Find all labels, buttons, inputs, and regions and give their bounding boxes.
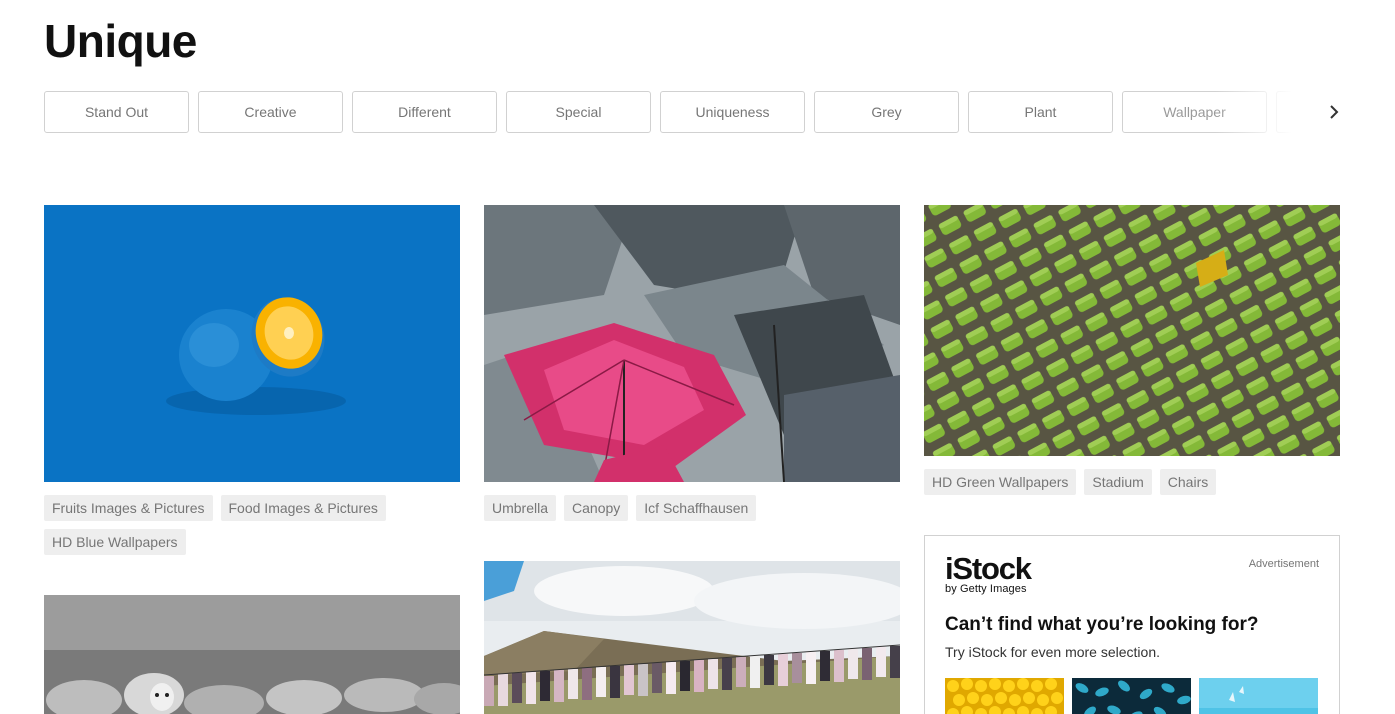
ad-thumb-pattern[interactable] — [1072, 678, 1191, 714]
photo-stadium-tags: HD Green Wallpapers Stadium Chairs — [924, 469, 1340, 495]
chip-plant[interactable]: Plant — [968, 91, 1113, 133]
istock-logo-text: iStock — [945, 551, 1032, 586]
ad-subtext: Try iStock for even more selection. — [945, 644, 1161, 660]
chip-special[interactable]: Special — [506, 91, 651, 133]
tag-canopy[interactable]: Canopy — [564, 495, 629, 521]
chip-stand-out[interactable]: Stand Out — [44, 91, 189, 133]
advertisement-label: Advertisement — [1248, 558, 1319, 570]
istock-ad[interactable]: iStock by Getty Images Advertisement Can… — [924, 535, 1340, 714]
tag-umbrella[interactable]: Umbrella — [484, 495, 557, 521]
page-title: Unique — [44, 15, 197, 67]
chip-different[interactable]: Different — [352, 91, 497, 133]
photo-umbrellas-tags: Umbrella Canopy Icf Schaffhausen — [484, 495, 900, 521]
chip-creative[interactable]: Creative — [198, 91, 343, 133]
sky-photo-icon — [1199, 678, 1318, 714]
sheep-photo-icon — [44, 595, 460, 714]
chips-next-button[interactable] — [1320, 98, 1348, 126]
clothesline-photo-icon — [484, 561, 900, 714]
chevron-right-icon — [1330, 105, 1339, 119]
ad-heading: Can’t find what you’re looking for? — [945, 614, 1259, 635]
tag-hd-green-wallpapers[interactable]: HD Green Wallpapers — [924, 469, 1077, 495]
photo-stadium-seats[interactable] — [924, 205, 1340, 456]
chip-grey[interactable]: Grey — [814, 91, 959, 133]
blue-orange-photo-icon — [44, 205, 460, 482]
stadium-seats-photo-icon — [924, 205, 1340, 456]
photo-blue-orange[interactable] — [44, 205, 460, 482]
photo-blue-orange-tags: Fruits Images & Pictures Food Images & P… — [44, 495, 460, 555]
tag-fruits[interactable]: Fruits Images & Pictures — [44, 495, 213, 521]
umbrellas-photo-icon — [484, 205, 900, 482]
photo-sheep[interactable] — [44, 595, 460, 714]
istock-logo-subtext: by Getty Images — [945, 583, 1027, 595]
ad-thumb-corn[interactable] — [945, 678, 1064, 714]
chip-uniqueness[interactable]: Uniqueness — [660, 91, 805, 133]
tag-hd-blue-wallpapers[interactable]: HD Blue Wallpapers — [44, 529, 186, 555]
photo-clothesline[interactable] — [484, 561, 900, 714]
tag-food[interactable]: Food Images & Pictures — [220, 495, 386, 521]
tag-chairs[interactable]: Chairs — [1159, 469, 1217, 495]
corn-photo-icon — [945, 678, 1064, 714]
istock-logo: iStock by Getty Images — [945, 551, 1032, 595]
tag-icf-schaffhausen[interactable]: Icf Schaffhausen — [636, 495, 757, 521]
related-searches-bar: Stand Out Creative Different Special Uni… — [44, 91, 1344, 133]
blue-pattern-photo-icon — [1072, 678, 1191, 714]
photo-umbrellas[interactable] — [484, 205, 900, 482]
ad-thumb-sky[interactable] — [1199, 678, 1318, 714]
tag-stadium[interactable]: Stadium — [1084, 469, 1152, 495]
